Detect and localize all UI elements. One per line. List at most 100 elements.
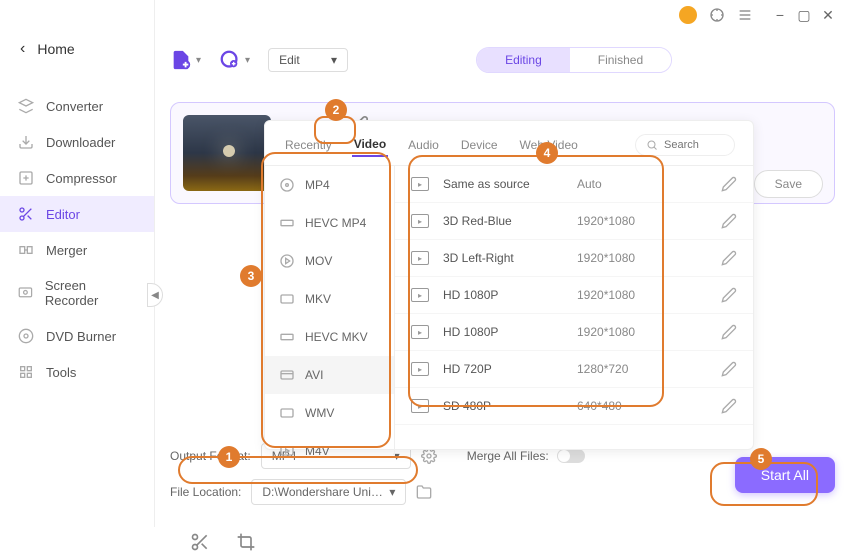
trim-icon[interactable] — [190, 532, 210, 552]
preset-edit-icon[interactable] — [721, 213, 737, 229]
open-folder-icon[interactable] — [416, 484, 432, 500]
preset-edit-icon[interactable] — [721, 324, 737, 340]
card-tools — [190, 532, 256, 552]
converter-icon — [18, 98, 34, 114]
avatar[interactable] — [679, 6, 697, 24]
tab-video[interactable]: Video — [352, 133, 388, 157]
preset-item[interactable]: ▸ HD 1080P 1920*1080 — [395, 314, 753, 351]
sidebar-item-screen-recorder[interactable]: Screen Recorder — [0, 268, 154, 318]
minimize-button[interactable]: − — [773, 8, 787, 22]
preset-item[interactable]: ▸3D Left-Right1920*1080 — [395, 240, 753, 277]
dvd-burner-icon — [18, 328, 34, 344]
downloader-icon — [18, 134, 34, 150]
format-item-m4v[interactable]: M4V — [265, 432, 394, 456]
sidebar-item-tools[interactable]: Tools — [0, 354, 154, 390]
preset-edit-icon[interactable] — [721, 250, 737, 266]
toolbar: ▾ ▾ Edit ▾ Editing Finished — [170, 40, 835, 80]
preset-icon: ▸ — [411, 325, 429, 339]
menu-icon[interactable] — [737, 7, 753, 23]
add-web-button[interactable]: ▾ — [219, 49, 250, 71]
sidebar-item-label: Compressor — [46, 171, 117, 186]
preset-icon: ▸ — [411, 214, 429, 228]
format-popover: Recently Video Audio Device Web Video MP… — [264, 120, 754, 450]
format-label: MKV — [305, 292, 331, 306]
file-location-label: File Location: — [170, 485, 241, 499]
sidebar: ‹ Home Converter Downloader Compressor E… — [0, 0, 155, 527]
window-controls: − ▢ ✕ — [773, 8, 835, 22]
tab-recently[interactable]: Recently — [283, 134, 334, 156]
preset-item[interactable]: ▸HD 720P1280*720 — [395, 351, 753, 388]
format-list: MP4 HEVC MP4 MOV MKV HEVC MKV AVI WMV M4… — [265, 166, 395, 456]
sidebar-item-dvd-burner[interactable]: DVD Burner — [0, 318, 154, 354]
preset-edit-icon[interactable] — [721, 176, 737, 192]
save-button[interactable]: Save — [754, 170, 823, 198]
home-link[interactable]: ‹ Home — [0, 30, 154, 68]
format-icon — [279, 291, 295, 307]
preset-res: Auto — [577, 177, 707, 191]
preset-edit-icon[interactable] — [721, 398, 737, 414]
preset-res: 1280*720 — [577, 362, 707, 376]
edit-dropdown-label: Edit — [279, 53, 300, 67]
sidebar-item-label: Downloader — [46, 135, 115, 150]
sidebar-item-converter[interactable]: Converter — [0, 88, 154, 124]
step-badge-2: 2 — [325, 99, 347, 121]
close-button[interactable]: ✕ — [821, 8, 835, 22]
add-file-button[interactable]: ▾ — [170, 49, 201, 71]
sidebar-item-label: DVD Burner — [46, 329, 116, 344]
preset-icon: ▸ — [411, 251, 429, 265]
format-icon — [279, 215, 295, 231]
search-icon — [646, 139, 658, 151]
format-search[interactable] — [635, 134, 735, 156]
preset-name: SD 480P — [443, 399, 563, 413]
video-thumbnail[interactable] — [183, 115, 271, 191]
format-label: AVI — [305, 368, 323, 382]
preset-item[interactable]: ▸SD 480P640*480 — [395, 388, 753, 425]
tab-device[interactable]: Device — [459, 134, 500, 156]
compressor-icon — [18, 170, 34, 186]
preset-item[interactable]: ▸3D Red-Blue1920*1080 — [395, 203, 753, 240]
caret-down-icon: ▾ — [331, 53, 337, 67]
crop-icon[interactable] — [236, 532, 256, 552]
format-label: HEVC MP4 — [305, 216, 366, 230]
format-item-wmv[interactable]: WMV — [265, 394, 394, 432]
seg-finished[interactable]: Finished — [570, 48, 671, 72]
format-icon — [279, 253, 295, 269]
sidebar-item-editor[interactable]: Editor — [0, 196, 154, 232]
preset-name: HD 720P — [443, 362, 563, 376]
format-item-mkv[interactable]: MKV — [265, 280, 394, 318]
screen-recorder-icon — [18, 285, 33, 301]
preset-name: HD 1080P — [443, 288, 563, 302]
preset-edit-icon[interactable] — [721, 287, 737, 303]
tab-audio[interactable]: Audio — [406, 134, 441, 156]
format-item-hevc-mkv[interactable]: HEVC MKV — [265, 318, 394, 356]
sidebar-item-compressor[interactable]: Compressor — [0, 160, 154, 196]
format-item-mp4[interactable]: MP4 — [265, 166, 394, 204]
format-item-hevc-mp4[interactable]: HEVC MP4 — [265, 204, 394, 242]
popover-body: MP4 HEVC MP4 MOV MKV HEVC MKV AVI WMV M4… — [265, 166, 753, 456]
support-icon[interactable] — [709, 7, 725, 23]
format-icon — [279, 443, 295, 456]
editor-icon — [18, 206, 34, 222]
caret-down-icon: ▾ — [245, 55, 250, 66]
format-item-avi[interactable]: AVI — [265, 356, 394, 394]
preset-name: 3D Left-Right — [443, 251, 563, 265]
edit-dropdown[interactable]: Edit ▾ — [268, 48, 348, 72]
file-location-dropdown[interactable]: D:\Wondershare UniConverter 1 ▾ — [251, 479, 406, 505]
format-label: M4V — [305, 444, 330, 456]
sidebar-items: Converter Downloader Compressor Editor M… — [0, 88, 154, 390]
preset-item[interactable]: ▸HD 1080P1920*1080 — [395, 277, 753, 314]
back-arrow-icon: ‹ — [20, 40, 25, 58]
sidebar-item-label: Converter — [46, 99, 103, 114]
sidebar-item-downloader[interactable]: Downloader — [0, 124, 154, 160]
sidebar-item-merger[interactable]: Merger — [0, 232, 154, 268]
format-item-mov[interactable]: MOV — [265, 242, 394, 280]
preset-name: HD 1080P — [443, 325, 563, 339]
preset-res: 1920*1080 — [577, 325, 707, 339]
seg-editing[interactable]: Editing — [477, 48, 570, 72]
format-label: MOV — [305, 254, 332, 268]
sidebar-collapse-button[interactable]: ◀ — [147, 283, 163, 307]
search-input[interactable] — [664, 139, 724, 151]
maximize-button[interactable]: ▢ — [797, 8, 811, 22]
preset-edit-icon[interactable] — [721, 361, 737, 377]
preset-item[interactable]: ▸Same as sourceAuto — [395, 166, 753, 203]
